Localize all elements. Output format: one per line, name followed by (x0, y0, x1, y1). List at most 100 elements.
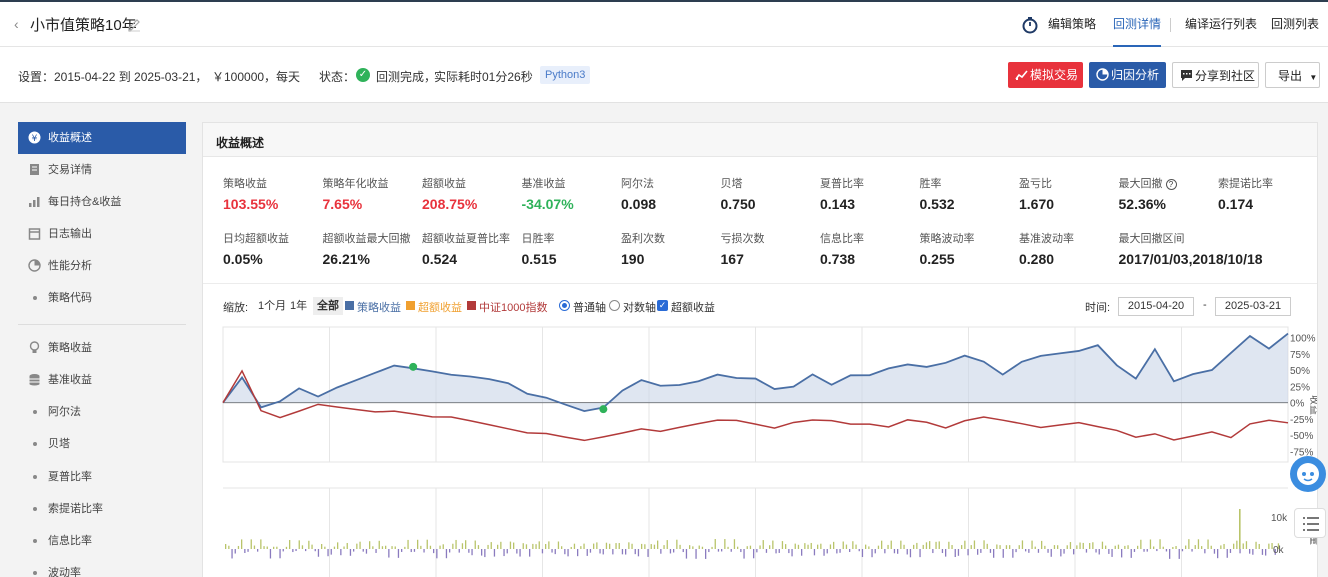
volume-bar (1252, 549, 1254, 555)
sidebar-item-sharpe[interactable]: 夏普比率 (18, 461, 186, 493)
sidebar-item-label: 收益概述 (48, 132, 92, 144)
metric-value: 0.143 (820, 196, 856, 212)
list-icon (1303, 517, 1319, 531)
volume-bar (954, 549, 956, 557)
sidebar-item-strategy-return[interactable]: 策略收益 (18, 332, 186, 364)
volume-bar (1114, 545, 1116, 549)
volume-bar (538, 541, 540, 549)
sidebar-item-performance[interactable]: 性能分析 (18, 250, 186, 282)
metric-cell: 策略年化收益 7.65% (323, 175, 423, 212)
sidebar-item-benchmark-return[interactable]: 基准收益 (18, 364, 186, 396)
volume-bar (970, 545, 972, 549)
metric-label: 贝塔 (720, 178, 743, 190)
sidebar-item-label: 日志输出 (48, 228, 92, 240)
help-icon[interactable]: ? (1165, 179, 1177, 190)
zoom-1-month[interactable]: 1个月 (254, 297, 290, 315)
volume-bar (1204, 549, 1206, 554)
volume-bar (1031, 540, 1033, 549)
sidebar-item-info-ratio[interactable]: 信息比率 (18, 525, 186, 557)
metric-value: 208.75% (422, 196, 478, 212)
share-community-button[interactable]: 分享到社区 (1172, 62, 1259, 88)
log-axis-radio[interactable] (609, 300, 620, 311)
sidebar-item-beta[interactable]: 贝塔 (18, 428, 186, 460)
volume-bar (570, 546, 572, 549)
sidebar-item-trades[interactable]: 交易详情 (18, 154, 186, 186)
volume-bar (417, 539, 419, 549)
volume-bar (561, 546, 563, 549)
volume-bar (509, 541, 512, 549)
volume-bar (708, 549, 710, 553)
bullet-dot (33, 539, 37, 543)
metric-label: 夏普比率 (820, 178, 864, 190)
volume-bar (663, 545, 665, 549)
time-label: 时间: (1085, 302, 1111, 314)
volume-bar (1079, 542, 1081, 549)
legend-strategy-return[interactable]: 策略收益 (357, 299, 401, 315)
volume-bar (289, 539, 291, 549)
volume-bar (333, 546, 336, 549)
volume-bar (449, 549, 451, 553)
volume-bar (1185, 545, 1187, 549)
zoom-1-year[interactable]: 1年 (286, 297, 311, 315)
sidebar-item-label: 波动率 (48, 567, 81, 577)
sidebar-item-code[interactable]: 策略代码 (18, 282, 186, 314)
metric-value: 0.280 (1019, 251, 1055, 267)
volume-bar (285, 546, 288, 549)
legend-benchmark[interactable]: 中证1000指数 (479, 299, 547, 315)
volume-bar (1037, 549, 1040, 553)
volume-bar (1095, 549, 1097, 553)
status-text: 回测完成， (376, 70, 437, 84)
back-chevron-icon[interactable]: ‹ (14, 16, 19, 32)
bullet-dot (33, 442, 37, 446)
date-to-input[interactable]: 2025-03-21 (1215, 297, 1291, 316)
sidebar-item-logs[interactable]: 日志输出 (18, 218, 186, 250)
volume-bar (618, 543, 620, 549)
pencil-icon[interactable] (126, 16, 142, 32)
export-dropdown[interactable]: 导出 ▼ (1265, 62, 1320, 88)
list-menu-button[interactable] (1294, 508, 1326, 538)
returns-chart[interactable]: 100%75%50%25%0%-25%-50%-75%收益10k0k量 (203, 323, 1317, 577)
volume-bar (311, 544, 313, 549)
chat-assistant-button[interactable] (1290, 456, 1326, 492)
volume-bar (545, 544, 547, 549)
sidebar-item-volatility[interactable]: 波动率 (18, 557, 186, 577)
volume-bar (404, 546, 406, 549)
nav-backtest-list[interactable]: 回测列表 (1271, 2, 1319, 47)
sidebar-item-alpha[interactable]: 阿尔法 (18, 396, 186, 428)
normal-axis-radio[interactable] (559, 300, 570, 311)
elapsed-time: 实际耗时01分26秒 (434, 70, 533, 84)
attribution-analysis-button[interactable]: 归因分析 (1089, 62, 1166, 88)
sidebar-item-positions[interactable]: 每日持仓&收益 (18, 186, 186, 218)
volume-bar (557, 541, 560, 549)
sidebar-item-sortino[interactable]: 索提诺比率 (18, 493, 186, 525)
volume-bar (999, 545, 1001, 549)
excess-return-checkbox[interactable]: ✓ (657, 300, 668, 311)
yen-circle-icon: ¥ (28, 131, 41, 144)
metric-value: 190 (621, 251, 645, 267)
metric-value: 26.21% (322, 251, 370, 267)
volume-bar (893, 549, 896, 554)
volume-bar (973, 540, 976, 549)
volume-bar (391, 546, 393, 549)
volume-bar (695, 549, 697, 559)
drawdown-marker[interactable] (409, 362, 418, 371)
volume-bar (609, 543, 611, 549)
metric-label: 胜率 (919, 178, 942, 190)
drawdown-marker[interactable] (599, 405, 608, 414)
date-from-input[interactable]: 2015-04-20 (1118, 297, 1194, 316)
zoom-all[interactable]: 全部 (313, 297, 343, 315)
simulate-trading-button[interactable]: 模拟交易 (1008, 62, 1083, 88)
volume-bar (349, 549, 352, 556)
nav-backtest-detail[interactable]: 回测详情 (1113, 2, 1162, 47)
nav-edit-strategy[interactable]: 编辑策略 (1048, 2, 1096, 47)
volume-bar (810, 542, 812, 549)
volume-bar (1207, 539, 1209, 549)
volume-bar (500, 541, 502, 549)
volume-bar (1233, 543, 1235, 549)
nav-compile-list[interactable]: 编译运行列表 (1185, 2, 1257, 47)
legend-excess-return[interactable]: 超额收益 (418, 299, 462, 315)
volume-bar (689, 545, 691, 549)
sidebar-item-overview[interactable]: ¥ 收益概述 (18, 122, 186, 154)
volume-bar (343, 546, 345, 549)
volume-bar (605, 542, 608, 549)
